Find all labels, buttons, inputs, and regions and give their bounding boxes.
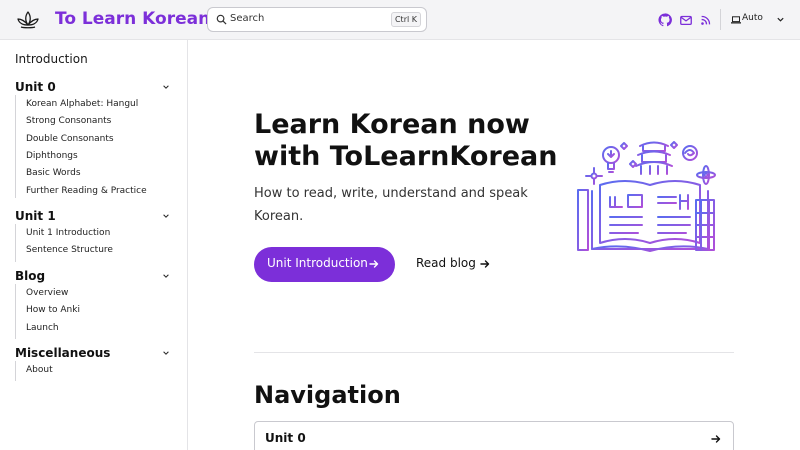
read-blog-button[interactable]: Read blog: [406, 247, 506, 282]
read-blog-label: Read blog: [416, 256, 476, 270]
sidebar-tree-line: [15, 224, 16, 262]
sidebar-item-overview[interactable]: Overview: [26, 288, 68, 298]
sidebar-item-double-consonants[interactable]: Double Consonants: [26, 134, 114, 144]
navigation-heading: Navigation: [254, 381, 401, 409]
search-placeholder: Search: [230, 13, 265, 24]
sidebar-item-how-to-anki[interactable]: How to Anki: [26, 305, 80, 315]
sidebar-item-sentence-structure[interactable]: Sentence Structure: [26, 245, 113, 255]
arrow-right-icon: [711, 435, 721, 443]
sidebar-item-basic-words[interactable]: Basic Words: [26, 168, 81, 178]
hero-subtitle: How to read, write, understand and speak…: [254, 186, 528, 224]
sidebar-item-introduction[interactable]: Introduction: [15, 52, 88, 66]
top-header: To Learn Korean Search Ctrl K Auto: [0, 0, 800, 40]
nav-card-label: Unit 0: [265, 431, 306, 445]
sidebar-item-diphthongs[interactable]: Diphthongs: [26, 151, 78, 161]
chevron-down-icon[interactable]: [162, 212, 170, 220]
sidebar-group-unit-1[interactable]: Unit 1: [15, 209, 56, 223]
header-divider: [720, 9, 721, 30]
sidebar-item-further-reading[interactable]: Further Reading & Practice: [26, 186, 147, 196]
chevron-down-icon[interactable]: [162, 272, 170, 280]
chevron-down-icon[interactable]: [162, 349, 170, 357]
sidebar-item-unit-1-introduction[interactable]: Unit 1 Introduction: [26, 228, 110, 238]
github-icon[interactable]: [658, 13, 672, 27]
sidebar: Introduction Unit 0 Korean Alphabet: Han…: [0, 40, 188, 450]
hero-title: Learn Korean now with ToLearnKorean: [254, 109, 558, 172]
search-box[interactable]: Search Ctrl K: [207, 7, 427, 32]
unit-introduction-label: Unit Introduction: [267, 256, 368, 270]
sidebar-item-about[interactable]: About: [26, 365, 53, 375]
sidebar-group-unit-0[interactable]: Unit 0: [15, 80, 56, 94]
rss-icon[interactable]: [699, 13, 713, 27]
sidebar-group-miscellaneous[interactable]: Miscellaneous: [15, 346, 110, 360]
arrow-right-icon: [480, 260, 490, 268]
sidebar-item-hangul[interactable]: Korean Alphabet: Hangul: [26, 99, 138, 109]
unit-introduction-button[interactable]: Unit Introduction: [254, 247, 395, 282]
sidebar-tree-line: [15, 284, 16, 339]
theme-label: Auto: [742, 13, 763, 23]
sidebar-item-strong-consonants[interactable]: Strong Consonants: [26, 116, 111, 126]
chevron-down-icon: [777, 17, 784, 22]
sidebar-tree-line: [15, 361, 16, 381]
sidebar-group-blog[interactable]: Blog: [15, 269, 45, 283]
site-title-link[interactable]: To Learn Korean: [55, 9, 210, 29]
sidebar-item-launch[interactable]: Launch: [26, 323, 59, 333]
arrow-right-icon: [369, 260, 379, 268]
korean-book-illustration-icon: [575, 137, 723, 252]
search-shortcut-badge: Ctrl K: [390, 12, 421, 27]
lotus-logo-icon[interactable]: [16, 10, 40, 30]
search-icon: [216, 14, 227, 25]
sidebar-tree-line: [15, 95, 16, 198]
section-divider: [254, 352, 734, 353]
chevron-down-icon[interactable]: [162, 83, 170, 91]
email-icon[interactable]: [679, 13, 693, 27]
nav-card-unit-0[interactable]: Unit 0: [254, 421, 734, 450]
laptop-icon: [731, 16, 741, 24]
